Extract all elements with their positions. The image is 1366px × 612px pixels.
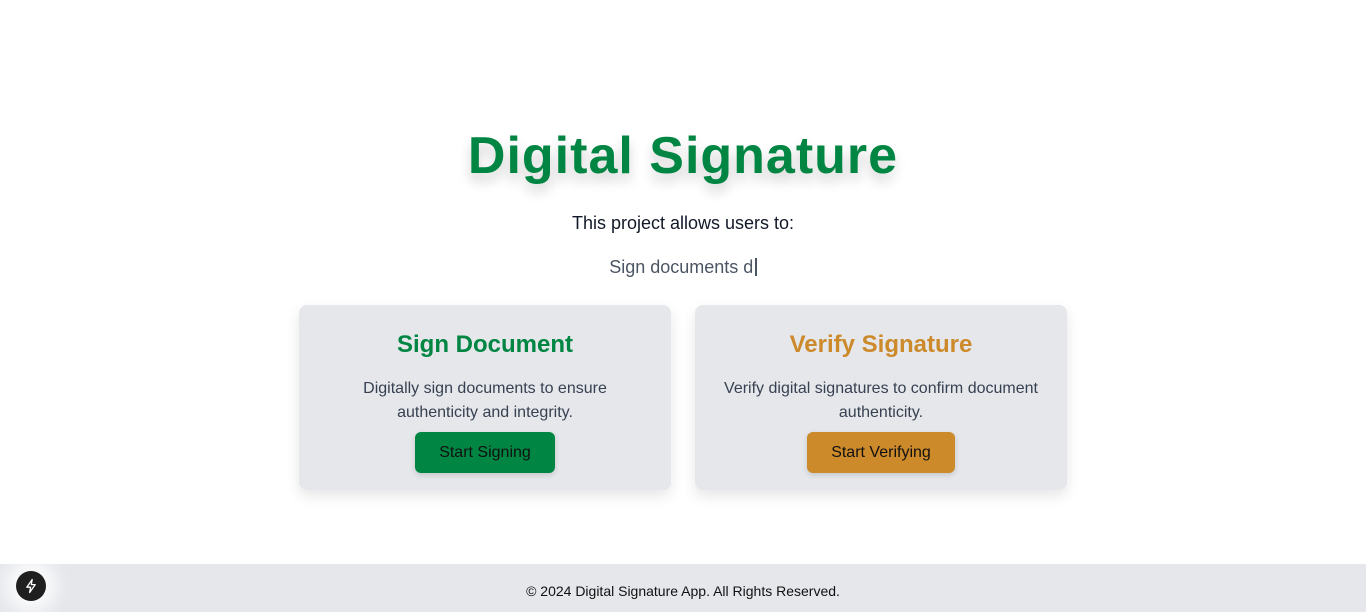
sign-document-card: Sign Document Digitally sign documents t… — [299, 305, 671, 490]
verify-signature-description: Verify digital signatures to confirm doc… — [724, 380, 1038, 421]
start-verifying-button[interactable]: Start Verifying — [807, 432, 955, 473]
dev-tools-badge[interactable] — [16, 571, 46, 601]
start-signing-button[interactable]: Start Signing — [415, 432, 555, 473]
footer: © 2024 Digital Signature App. All Rights… — [0, 564, 1366, 612]
page: Digital Signature This project allows us… — [0, 0, 1366, 612]
footer-copyright: © 2024 Digital Signature App. All Rights… — [526, 583, 840, 599]
typewriter-content: Sign documents d — [609, 257, 754, 277]
verify-signature-card: Verify Signature Verify digital signatur… — [695, 305, 1067, 490]
sign-document-title: Sign Document — [396, 331, 573, 358]
page-title: Digital Signature — [467, 127, 899, 185]
text-caret — [755, 258, 757, 276]
typewriter-text: Sign documents d — [0, 256, 1366, 278]
intro-text: This project allows users to: — [571, 213, 795, 233]
lightning-icon — [26, 578, 36, 594]
sign-document-description: Digitally sign documents to ensure authe… — [363, 380, 607, 421]
verify-signature-title: Verify Signature — [789, 331, 973, 358]
